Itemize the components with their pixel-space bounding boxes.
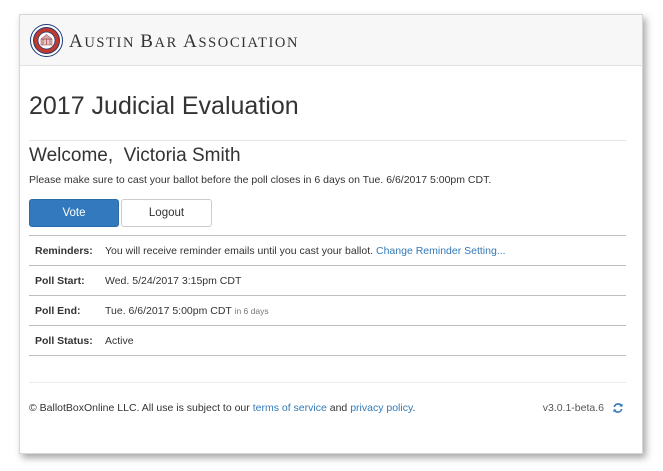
- welcome-heading: Welcome, Victoria Smith: [29, 145, 241, 166]
- refresh-icon[interactable]: [612, 402, 624, 414]
- logout-button[interactable]: Logout: [121, 199, 212, 227]
- poll-end-value: Tue. 6/6/2017 5:00pm CDT: [105, 304, 232, 317]
- ballot-deadline-notice: Please make sure to cast your ballot bef…: [29, 174, 492, 186]
- poll-status-row: Poll Status: Active: [29, 326, 626, 356]
- terms-of-service-link[interactable]: terms of service: [253, 402, 327, 414]
- reminders-value: You will receive reminder emails until y…: [103, 245, 506, 257]
- app-window: Austin Bar Association 2017 Judicial Eva…: [19, 14, 643, 454]
- org-name-initial-a: A: [69, 31, 85, 52]
- page-title: 2017 Judicial Evaluation: [29, 92, 299, 120]
- title-divider: [29, 140, 626, 141]
- poll-start-value: Wed. 5/24/2017 3:15pm CDT: [105, 274, 242, 287]
- reminders-label: Reminders:: [35, 244, 93, 257]
- poll-start-row: Poll Start: Wed. 5/24/2017 3:15pm CDT: [29, 266, 626, 296]
- app-version: v3.0.1-beta.6: [542, 402, 604, 414]
- org-name[interactable]: Austin Bar Association: [69, 31, 299, 53]
- footer-period: .: [412, 402, 416, 414]
- org-name-part-3: ssociation: [198, 35, 300, 51]
- org-name-part-1: ustin: [84, 35, 141, 51]
- change-reminder-setting-link[interactable]: Change Reminder Setting...: [376, 245, 506, 257]
- poll-end-label: Poll End:: [35, 304, 81, 317]
- footer-legal: © BallotBoxOnline LLC. All use is subjec…: [29, 402, 626, 414]
- poll-end-relative: in 6 days: [234, 305, 269, 316]
- poll-end-value-cell: Tue. 6/6/2017 5:00pm CDT in 6 days: [103, 305, 269, 317]
- top-navbar: Austin Bar Association: [20, 15, 642, 66]
- org-name-part-2: ar: [154, 35, 184, 51]
- poll-end-row: Poll End: Tue. 6/6/2017 5:00pm CDT in 6 …: [29, 296, 626, 326]
- copyright-text: © BallotBoxOnline LLC. All use is subjec…: [29, 402, 250, 414]
- org-name-initial-b: B: [140, 31, 155, 52]
- poll-status-value: Active: [105, 334, 134, 347]
- poll-start-label: Poll Start:: [35, 274, 85, 287]
- reminders-row: Reminders: You will receive reminder ema…: [29, 236, 626, 266]
- footer-divider: [29, 382, 626, 383]
- poll-status-label: Poll Status:: [35, 334, 93, 347]
- poll-info-table: Reminders: You will receive reminder ema…: [29, 235, 626, 356]
- association-seal-icon[interactable]: [30, 24, 63, 57]
- org-name-initial-a2: A: [183, 31, 199, 52]
- privacy-policy-link[interactable]: privacy policy: [350, 402, 412, 414]
- vote-button[interactable]: Vote: [29, 199, 119, 227]
- reminders-text: You will receive reminder emails until y…: [105, 244, 374, 257]
- footer-and: and: [329, 402, 348, 414]
